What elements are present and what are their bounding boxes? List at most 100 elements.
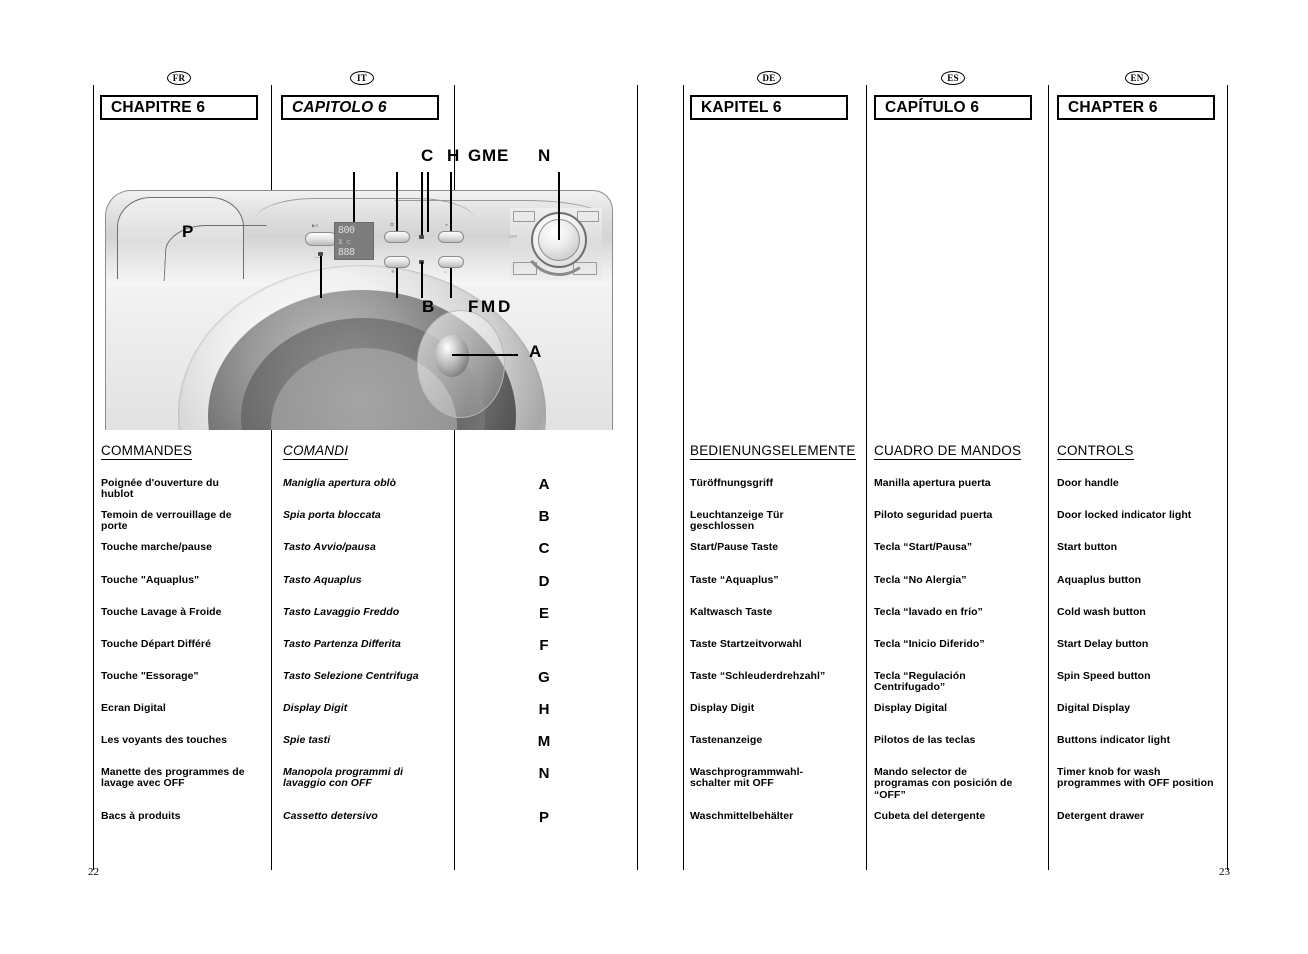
rule-es-en bbox=[1048, 85, 1049, 870]
leader-line-h bbox=[353, 172, 356, 222]
aquaplus-led bbox=[419, 235, 424, 239]
control-item-es-d: Tecla “No Alergia” bbox=[874, 574, 967, 586]
letter-key-g: G bbox=[538, 669, 550, 686]
spin-speed-button[interactable] bbox=[438, 231, 464, 243]
control-item-fr-m: Les voyants des touches bbox=[101, 734, 228, 746]
leader-line-c bbox=[427, 172, 430, 232]
control-item-fr-p: Bacs à produits bbox=[101, 810, 181, 822]
detergent-drawer-flap[interactable] bbox=[163, 225, 267, 281]
chapter-box-de: KAPITEL 6 bbox=[690, 95, 848, 120]
callout-m-top: M bbox=[482, 146, 497, 165]
control-item-fr-d: Touche "Aquaplus" bbox=[101, 574, 200, 586]
letter-key-b: B bbox=[538, 508, 550, 525]
callout-p: P bbox=[182, 222, 194, 241]
start-delay-symbol: ⌂ bbox=[444, 269, 447, 274]
control-item-es-b: Piloto seguridad puerta bbox=[874, 509, 993, 521]
control-item-fr-c: Touche marche/pause bbox=[101, 541, 213, 553]
control-item-de-b: Leuchtanzeige Tür geschlossen bbox=[690, 509, 784, 533]
page-number-left: 22 bbox=[88, 866, 99, 878]
letter-key-h: H bbox=[538, 701, 550, 718]
cold-wash-button[interactable] bbox=[384, 256, 410, 268]
control-item-en-n: Timer knob for wash programmes with OFF … bbox=[1057, 766, 1214, 790]
callout-b: B bbox=[422, 297, 435, 316]
section-heading-es: CUADRO DE MANDOS bbox=[874, 443, 1022, 460]
lang-badge-en: EN bbox=[1125, 71, 1149, 85]
door-locked-symbol: ⌒ bbox=[315, 257, 320, 262]
display-segment-top: 800 bbox=[338, 225, 355, 236]
start-delay-button[interactable] bbox=[438, 256, 464, 268]
control-item-it-c: Tasto Avvio/pausa bbox=[283, 541, 376, 553]
leader-line-a bbox=[452, 354, 518, 357]
control-item-de-m: Tastenanzeige bbox=[690, 734, 763, 746]
page-number-right: 23 bbox=[1219, 866, 1230, 878]
letter-key-c: C bbox=[538, 540, 550, 557]
control-item-es-e: Tecla “lavado en frío” bbox=[874, 606, 983, 618]
control-item-es-n: Mando selector de programas con posición… bbox=[874, 766, 1013, 801]
control-item-it-d: Tasto Aquaplus bbox=[283, 574, 362, 586]
start-pause-button[interactable] bbox=[305, 232, 337, 246]
callout-m-bottom: M bbox=[481, 297, 496, 316]
control-item-de-g: Taste “Schleuderdrehzahl” bbox=[690, 670, 826, 682]
control-item-es-g: Tecla “Regulación Centrifugado” bbox=[874, 670, 966, 694]
start-button-symbol: ▶II bbox=[312, 223, 318, 228]
letter-key-a: A bbox=[538, 476, 550, 493]
chapter-box-en: CHAPTER 6 bbox=[1057, 95, 1215, 120]
rule-letters-edge bbox=[637, 85, 638, 870]
control-item-en-f: Start Delay button bbox=[1057, 638, 1149, 650]
control-item-en-g: Spin Speed button bbox=[1057, 670, 1151, 682]
aquaplus-button[interactable] bbox=[384, 231, 410, 243]
callout-e: E bbox=[497, 146, 509, 165]
control-item-it-n: Manopola programmi di lavaggio con OFF bbox=[283, 766, 404, 790]
control-item-de-e: Kaltwasch Taste bbox=[690, 606, 773, 618]
aquaplus-symbol: ❂ bbox=[390, 222, 394, 227]
control-item-it-h: Display Digit bbox=[283, 702, 348, 714]
lang-badge-es: ES bbox=[941, 71, 965, 85]
control-item-de-f: Taste Startzeitvorwahl bbox=[690, 638, 802, 650]
section-heading-fr: COMMANDES bbox=[101, 443, 193, 460]
chapter-box-fr: CHAPITRE 6 bbox=[100, 95, 258, 120]
section-heading-en: CONTROLS bbox=[1057, 443, 1134, 460]
leader-line-e bbox=[450, 172, 453, 231]
letter-key-n: N bbox=[538, 765, 550, 782]
letter-key-f: F bbox=[539, 637, 549, 654]
rule-spine bbox=[683, 85, 684, 870]
control-item-en-h: Digital Display bbox=[1057, 702, 1131, 714]
control-item-en-b: Door locked indicator light bbox=[1057, 509, 1192, 521]
control-item-it-g: Tasto Selezione Centrifuga bbox=[283, 670, 419, 682]
control-item-it-m: Spie tasti bbox=[283, 734, 331, 746]
control-item-de-p: Waschmittelbehälter bbox=[690, 810, 794, 822]
callout-c: C bbox=[421, 146, 434, 165]
control-item-it-p: Cassetto detersivo bbox=[283, 810, 378, 822]
rule-de-es bbox=[866, 85, 867, 870]
manual-page-spread: FR IT DE ES EN CHAPITRE 6 CAPITOLO 6 KAP… bbox=[0, 0, 1308, 954]
callout-d: D bbox=[498, 297, 511, 316]
control-item-fr-h: Ecran Digital bbox=[101, 702, 166, 714]
control-item-fr-f: Touche Départ Différé bbox=[101, 638, 211, 650]
callout-g: G bbox=[468, 146, 482, 165]
control-item-es-f: Tecla “Inicio Diferido” bbox=[874, 638, 985, 650]
control-item-it-a: Maniglia apertura oblò bbox=[283, 477, 397, 489]
control-item-es-m: Pilotos de las teclas bbox=[874, 734, 976, 746]
callout-h: H bbox=[447, 146, 460, 165]
control-item-en-c: Start button bbox=[1057, 541, 1118, 553]
chapter-box-es: CAPÍTULO 6 bbox=[874, 95, 1032, 120]
control-item-es-h: Display Digital bbox=[874, 702, 948, 714]
lang-badge-de: DE bbox=[757, 71, 781, 85]
rule-right-margin bbox=[1227, 85, 1228, 870]
section-heading-de: BEDIENUNGSELEMENTE bbox=[690, 443, 856, 460]
control-item-fr-a: Poignée d'ouverture du hublot bbox=[101, 477, 219, 501]
control-item-en-e: Cold wash button bbox=[1057, 606, 1146, 618]
control-item-it-b: Spia porta bloccata bbox=[283, 509, 381, 521]
control-item-es-p: Cubeta del detergente bbox=[874, 810, 986, 822]
control-item-de-c: Start/Pause Taste bbox=[690, 541, 779, 553]
letter-key-m: M bbox=[537, 733, 551, 750]
letter-key-d: D bbox=[538, 573, 550, 590]
control-item-en-a: Door handle bbox=[1057, 477, 1119, 489]
letter-key-e: E bbox=[538, 605, 549, 622]
control-item-de-d: Taste “Aquaplus” bbox=[690, 574, 779, 586]
lang-badge-fr: FR bbox=[167, 71, 191, 85]
rule-left-margin bbox=[93, 85, 94, 870]
control-item-en-m: Buttons indicator light bbox=[1057, 734, 1171, 746]
control-item-it-e: Tasto Lavaggio Freddo bbox=[283, 606, 400, 618]
callout-n: N bbox=[538, 146, 551, 165]
